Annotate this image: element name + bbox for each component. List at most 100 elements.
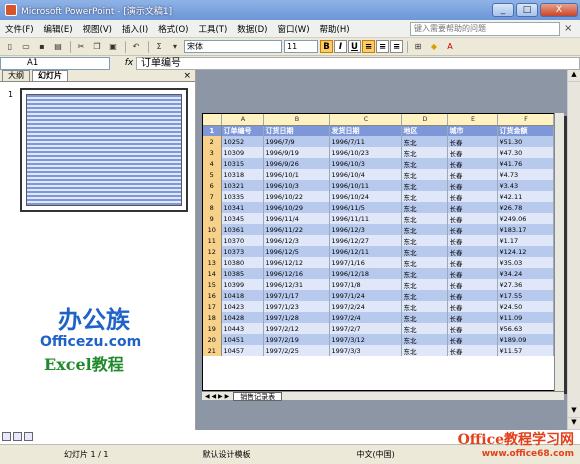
table-cell[interactable]: ¥1.17 — [497, 235, 554, 246]
table-cell[interactable]: ¥189.09 — [497, 334, 554, 345]
table-cell[interactable]: 1996/11/11 — [329, 213, 402, 224]
table-cell[interactable]: 1996/10/24 — [329, 191, 402, 202]
table-cell[interactable]: 1996/12/18 — [329, 268, 402, 279]
slideshow-view-icon[interactable] — [24, 432, 33, 441]
column-header[interactable]: D — [401, 114, 448, 126]
table-cell[interactable]: 10315 — [221, 158, 264, 169]
table-cell[interactable]: 订单编号 — [221, 125, 264, 136]
row-number[interactable]: 17 — [203, 301, 222, 312]
sorter-view-icon[interactable] — [13, 432, 22, 441]
embedded-worksheet[interactable]: A B C D E F 1 订单编号 订货日期 发货日期 地区 城市 订货金额 2 10252 1… — [202, 113, 564, 391]
table-cell[interactable]: 东北 — [401, 301, 448, 312]
table-cell[interactable]: 1996/12/3 — [329, 224, 402, 235]
table-cell[interactable]: 1996/10/3 — [329, 158, 402, 169]
table-cell[interactable]: 1997/1/24 — [329, 290, 402, 301]
table-cell[interactable]: 10380 — [221, 257, 264, 268]
table-cell[interactable]: ¥249.06 — [497, 213, 554, 224]
table-cell[interactable]: 10418 — [221, 290, 264, 301]
table-cell[interactable]: 1997/2/4 — [329, 312, 402, 323]
table-cell[interactable]: 1996/12/11 — [329, 246, 402, 257]
doc-close-icon[interactable]: × — [564, 23, 576, 34]
fill-color-icon[interactable]: ◆ — [427, 40, 441, 53]
table-cell[interactable]: 东北 — [401, 180, 448, 191]
column-header[interactable]: E — [447, 114, 498, 126]
font-size-select[interactable]: 11 — [284, 40, 318, 53]
table-cell[interactable]: ¥26.78 — [497, 202, 554, 213]
table-cell[interactable]: 10451 — [221, 334, 264, 345]
italic-button[interactable]: I — [334, 40, 347, 53]
table-cell[interactable]: 东北 — [401, 224, 448, 235]
table-cell[interactable]: 10335 — [221, 191, 264, 202]
scroll-down-icon[interactable]: ▼ — [568, 406, 580, 418]
table-cell[interactable]: 1997/1/16 — [329, 257, 402, 268]
table-cell[interactable]: 1996/12/3 — [263, 235, 330, 246]
table-cell[interactable]: 1997/2/25 — [263, 345, 330, 356]
table-cell[interactable]: 1996/10/4 — [329, 169, 402, 180]
table-cell[interactable]: ¥41.76 — [497, 158, 554, 169]
name-box[interactable]: A1 — [0, 56, 110, 70]
menu-view[interactable]: 视图(V) — [78, 23, 117, 35]
table-cell[interactable]: 东北 — [401, 136, 448, 147]
table-cell[interactable]: 1996/12/31 — [263, 279, 330, 290]
row-number[interactable]: 2 — [203, 136, 222, 147]
table-cell[interactable]: 1997/2/24 — [329, 301, 402, 312]
table-cell[interactable]: 1997/2/19 — [263, 334, 330, 345]
table-cell[interactable]: 长春 — [447, 147, 498, 158]
table-cell[interactable]: ¥42.11 — [497, 191, 554, 202]
menu-data[interactable]: 数据(D) — [232, 23, 272, 35]
table-cell[interactable]: 发货日期 — [329, 125, 402, 136]
table-cell[interactable]: 东北 — [401, 268, 448, 279]
table-cell[interactable]: 10370 — [221, 235, 264, 246]
cut-icon[interactable]: ✂ — [74, 40, 88, 53]
table-cell[interactable]: 东北 — [401, 246, 448, 257]
table-cell[interactable]: 长春 — [447, 191, 498, 202]
row-number[interactable]: 8 — [203, 202, 222, 213]
table-cell[interactable]: 10443 — [221, 323, 264, 334]
fx-icon[interactable]: fx — [122, 58, 136, 68]
table-cell[interactable]: 1997/3/3 — [329, 345, 402, 356]
row-number[interactable]: 10 — [203, 224, 222, 235]
table-cell[interactable]: 长春 — [447, 290, 498, 301]
table-cell[interactable]: 东北 — [401, 312, 448, 323]
menu-edit[interactable]: 编辑(E) — [39, 23, 78, 35]
font-color-icon[interactable]: A — [443, 40, 457, 53]
table-cell[interactable]: 10341 — [221, 202, 264, 213]
row-number[interactable]: 4 — [203, 158, 222, 169]
table-cell[interactable]: 长春 — [447, 279, 498, 290]
menu-help[interactable]: 帮助(H) — [315, 23, 355, 35]
table-cell[interactable]: 东北 — [401, 345, 448, 356]
table-cell[interactable]: 1996/12/16 — [263, 268, 330, 279]
table-cell[interactable]: 东北 — [401, 279, 448, 290]
copy-icon[interactable]: ❐ — [90, 40, 104, 53]
table-cell[interactable]: 10345 — [221, 213, 264, 224]
table-cell[interactable]: ¥27.36 — [497, 279, 554, 290]
table-cell[interactable]: 10309 — [221, 147, 264, 158]
table-cell[interactable]: 东北 — [401, 334, 448, 345]
table-cell[interactable]: 10385 — [221, 268, 264, 279]
table-cell[interactable]: 10321 — [221, 180, 264, 191]
align-center-icon[interactable]: ≡ — [376, 40, 389, 53]
table-cell[interactable]: 1996/10/1 — [263, 169, 330, 180]
column-header[interactable]: C — [329, 114, 402, 126]
align-right-icon[interactable]: ≡ — [390, 40, 403, 53]
table-cell[interactable]: ¥183.17 — [497, 224, 554, 235]
table-cell[interactable]: 10318 — [221, 169, 264, 180]
table-cell[interactable]: 东北 — [401, 147, 448, 158]
table-cell[interactable]: 长春 — [447, 345, 498, 356]
table-cell[interactable]: 长春 — [447, 301, 498, 312]
table-cell[interactable]: 长春 — [447, 202, 498, 213]
table-cell[interactable]: 1997/1/17 — [263, 290, 330, 301]
table-cell[interactable]: 1996/10/29 — [263, 202, 330, 213]
table-cell[interactable]: 长春 — [447, 136, 498, 147]
table-cell[interactable]: 长春 — [447, 246, 498, 257]
print-icon[interactable]: ▤ — [51, 40, 65, 53]
table-cell[interactable]: 东北 — [401, 191, 448, 202]
underline-button[interactable]: U — [348, 40, 361, 53]
table-cell[interactable]: ¥11.57 — [497, 345, 554, 356]
table-cell[interactable]: ¥47.30 — [497, 147, 554, 158]
table-cell[interactable]: 1996/10/11 — [329, 180, 402, 191]
table-cell[interactable]: ¥124.12 — [497, 246, 554, 257]
table-cell[interactable]: 1996/11/22 — [263, 224, 330, 235]
bold-button[interactable]: B — [320, 40, 333, 53]
table-cell[interactable]: 1996/7/11 — [329, 136, 402, 147]
